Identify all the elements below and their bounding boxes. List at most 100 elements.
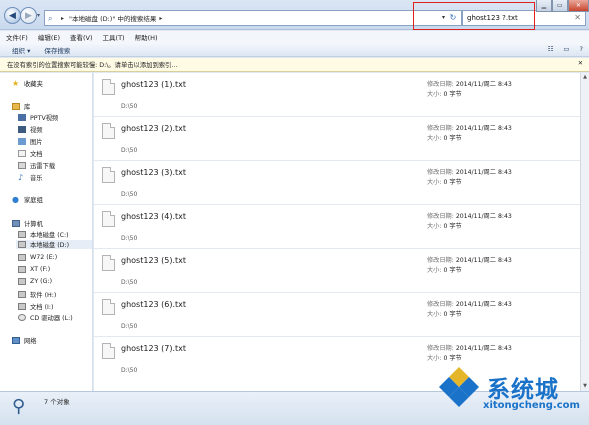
forward-button[interactable]: ▶ [20, 7, 37, 24]
file-path: D:\50 [121, 279, 138, 286]
file-details: 修改日期: 2014/11/周二 8:43 大小: 0 字节 [427, 124, 512, 144]
sidebar-item-cd-drive[interactable]: CD 驱动器 (L:) [18, 313, 73, 322]
close-button[interactable]: ✕ [567, 0, 589, 12]
file-size: 0 字节 [443, 135, 462, 142]
text-file-icon [102, 123, 115, 139]
list-item[interactable]: ghost123 (1).txt D:\50 修改日期: 2014/11/周二 … [94, 73, 580, 117]
file-path: D:\50 [121, 147, 138, 154]
preview-pane-icon[interactable]: ▭ [563, 45, 569, 53]
list-item[interactable]: ghost123 (4).txt D:\50 修改日期: 2014/11/周二 … [94, 205, 580, 249]
chevron-right-icon[interactable]: ▸ [159, 15, 162, 22]
menu-help[interactable]: 帮助(H) [135, 32, 158, 42]
sidebar-item-label: ZY (G:) [30, 278, 53, 285]
vertical-scrollbar[interactable]: ▲ ▼ [580, 73, 589, 391]
file-details: 修改日期: 2014/11/周二 8:43 大小: 0 字节 [427, 168, 512, 188]
clear-search-icon[interactable]: ✕ [574, 13, 581, 22]
text-file-icon [102, 255, 115, 271]
back-button[interactable]: ◀ [4, 7, 21, 24]
file-size: 0 字节 [443, 355, 462, 362]
sidebar-item-computer[interactable]: 计算机 [12, 219, 43, 228]
sidebar-item-documents[interactable]: 文档 [18, 149, 43, 158]
sidebar-item-drive-e[interactable]: W72 (E:) [18, 254, 57, 261]
modified-date: 2014/11/周二 8:43 [455, 345, 512, 352]
sidebar-item-drive-f[interactable]: XT (F:) [18, 266, 50, 273]
chevron-right-icon[interactable]: ▸ [61, 15, 64, 22]
list-item[interactable]: ghost123 (6).txt D:\50 修改日期: 2014/11/周二 … [94, 293, 580, 337]
arrow-left-icon: ◀ [9, 10, 16, 21]
item-count: 7 个对象 [44, 398, 70, 406]
index-info-bar[interactable]: 在没有索引的位置搜索可能较慢: D:\。请单击以添加到索引... ✕ [0, 58, 589, 72]
file-name[interactable]: ghost123 (2).txt [121, 124, 186, 133]
sidebar-item-pictures[interactable]: 图片 [18, 137, 43, 146]
list-item[interactable]: ghost123 (3).txt D:\50 修改日期: 2014/11/周二 … [94, 161, 580, 205]
file-path: D:\50 [121, 323, 138, 330]
scroll-up-icon[interactable]: ▲ [581, 73, 589, 82]
file-path: D:\50 [121, 367, 138, 374]
size-label: 大小: [427, 135, 442, 142]
modified-date: 2014/11/周二 8:43 [455, 81, 512, 88]
close-icon[interactable]: ✕ [578, 60, 583, 67]
drive-icon [18, 231, 26, 238]
sidebar-item-label: 迅雷下载 [30, 163, 56, 170]
sidebar-item-label: PPTV视频 [30, 115, 59, 122]
breadcrumb[interactable]: "本地磁盘 (D:)" 中的搜索结果 [69, 13, 156, 23]
file-name[interactable]: ghost123 (6).txt [121, 300, 186, 309]
file-name[interactable]: ghost123 (5).txt [121, 256, 186, 265]
search-results-list: ghost123 (1).txt D:\50 修改日期: 2014/11/周二 … [94, 73, 580, 391]
menu-edit[interactable]: 编辑(E) [38, 32, 60, 42]
sidebar-item-label: 网络 [24, 338, 37, 345]
sidebar-item-drive-d[interactable]: 本地磁盘 (D:) [16, 240, 92, 249]
sidebar-item-thunder-downloads[interactable]: 迅雷下载 [18, 161, 55, 170]
menu-tools[interactable]: 工具(T) [103, 32, 125, 42]
modified-date: 2014/11/周二 8:43 [455, 125, 512, 132]
modified-label: 修改日期: [427, 81, 454, 88]
sidebar-item-label: 本地磁盘 (D:) [30, 242, 70, 249]
menu-view[interactable]: 查看(V) [70, 32, 93, 42]
sidebar-item-drive-i[interactable]: 文档 (I:) [18, 302, 54, 311]
file-path: D:\50 [121, 235, 138, 242]
info-message: 在没有索引的位置搜索可能较慢: D:\。请单击以添加到索引... [7, 62, 178, 69]
recent-pages-dropdown[interactable]: ▾ [37, 12, 40, 19]
watermark-logo-icon [439, 367, 479, 407]
file-size: 0 字节 [443, 179, 462, 186]
file-name[interactable]: ghost123 (7).txt [121, 344, 186, 353]
sidebar-item-pptv[interactable]: PPTV视频 [18, 113, 58, 122]
star-icon: ★ [12, 79, 20, 88]
file-name[interactable]: ghost123 (1).txt [121, 80, 186, 89]
file-details: 修改日期: 2014/11/周二 8:43 大小: 0 字节 [427, 212, 512, 232]
size-label: 大小: [427, 311, 442, 318]
sidebar-item-drive-g[interactable]: ZY (G:) [18, 278, 52, 285]
address-bar[interactable]: ⌕ ▸ "本地磁盘 (D:)" 中的搜索结果 ▸ ▾ ↻ [44, 10, 462, 26]
file-size: 0 字节 [443, 223, 462, 230]
menu-file[interactable]: 文件(F) [6, 32, 28, 42]
drive-icon [18, 254, 26, 261]
sidebar-item-label: 本地磁盘 (C:) [30, 232, 69, 239]
window-controls: ▁ ▭ ✕ [536, 0, 589, 12]
sidebar-item-videos[interactable]: 视频 [18, 125, 43, 134]
cd-drive-icon [18, 314, 26, 321]
file-name[interactable]: ghost123 (4).txt [121, 212, 186, 221]
documents-icon [18, 150, 26, 157]
view-options-icon[interactable]: ☷ [548, 45, 554, 53]
maximize-button[interactable]: ▭ [551, 0, 568, 12]
sidebar-item-drive-h[interactable]: 软件 (H:) [18, 290, 56, 299]
file-details: 修改日期: 2014/11/周二 8:43 大小: 0 字节 [427, 80, 512, 100]
sidebar-item-network[interactable]: 网络 [12, 336, 37, 345]
minimize-button[interactable]: ▁ [536, 0, 552, 12]
help-icon[interactable]: ? [580, 45, 583, 53]
sidebar-item-drive-c[interactable]: 本地磁盘 (C:) [18, 230, 69, 239]
modified-label: 修改日期: [427, 213, 454, 220]
search-folder-icon: ⌕ [48, 13, 53, 23]
save-search-button[interactable]: 保存搜索 [44, 45, 70, 55]
sidebar-item-music[interactable]: ♪ 音乐 [18, 173, 43, 183]
file-name[interactable]: ghost123 (3).txt [121, 168, 186, 177]
sidebar-item-favorites[interactable]: ★ 收藏夹 [12, 79, 43, 89]
list-item[interactable]: ghost123 (5).txt D:\50 修改日期: 2014/11/周二 … [94, 249, 580, 293]
list-item[interactable]: ghost123 (2).txt D:\50 修改日期: 2014/11/周二 … [94, 117, 580, 161]
modified-label: 修改日期: [427, 125, 454, 132]
sidebar-item-homegroup[interactable]: ● 家庭组 [12, 195, 43, 205]
organize-button[interactable]: 组织 ▾ [12, 45, 30, 55]
size-label: 大小: [427, 355, 442, 362]
sidebar-item-label: 家庭组 [24, 197, 43, 204]
sidebar-item-library[interactable]: 库 [12, 102, 30, 111]
